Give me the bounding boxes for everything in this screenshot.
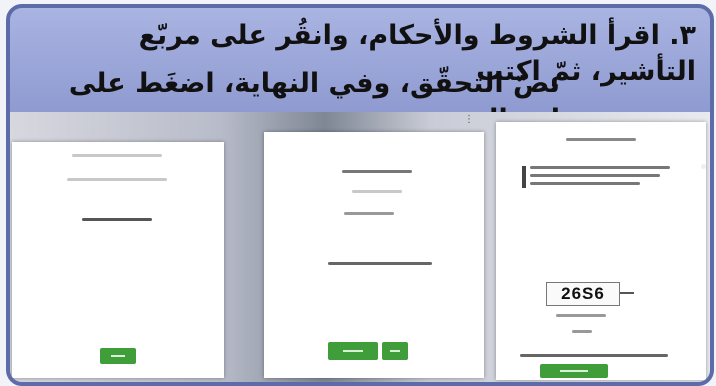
instruction-card: ٣. اقرأ الشروط والأحكام، وانقُر على مربّ… — [6, 4, 714, 386]
panel-1-header-line — [72, 154, 162, 157]
panel-2-back-button[interactable] — [328, 342, 378, 360]
more-dots-icon: ⋮ — [464, 114, 474, 125]
panel-3-header-line — [566, 138, 636, 141]
panel-1-text-line — [67, 178, 167, 181]
captcha-refresh-icon[interactable] — [620, 292, 634, 294]
agree-checkbox[interactable] — [522, 166, 526, 188]
captcha-input[interactable] — [556, 314, 606, 317]
instruction-caption: ٣. اقرأ الشروط والأحكام، وانقُر على مربّ… — [10, 8, 710, 135]
panel-2-subtitle — [352, 190, 402, 193]
consent-text — [520, 354, 668, 357]
captcha-image: 26S6 — [546, 282, 620, 306]
screenshots-area: ⋮ 26S6 — [10, 112, 710, 382]
form-panel-1 — [12, 142, 224, 378]
captcha-hint — [572, 330, 592, 333]
form-panel-3: 26S6 — [496, 122, 706, 380]
captcha-text: 26S6 — [561, 284, 605, 303]
form-panel-2 — [264, 132, 484, 378]
terms-line-1 — [530, 166, 670, 169]
panel-2-message — [328, 262, 432, 265]
panel-1-submit-button[interactable] — [100, 348, 136, 364]
terms-line-3 — [530, 182, 640, 185]
edge-marker — [701, 164, 706, 169]
panel-2-next-button[interactable] — [382, 342, 408, 360]
terms-line-2 — [530, 174, 660, 177]
panel-2-select[interactable] — [344, 212, 394, 215]
panel-1-heading — [82, 218, 152, 221]
submit-button[interactable] — [540, 364, 608, 378]
panel-2-title — [342, 170, 412, 173]
